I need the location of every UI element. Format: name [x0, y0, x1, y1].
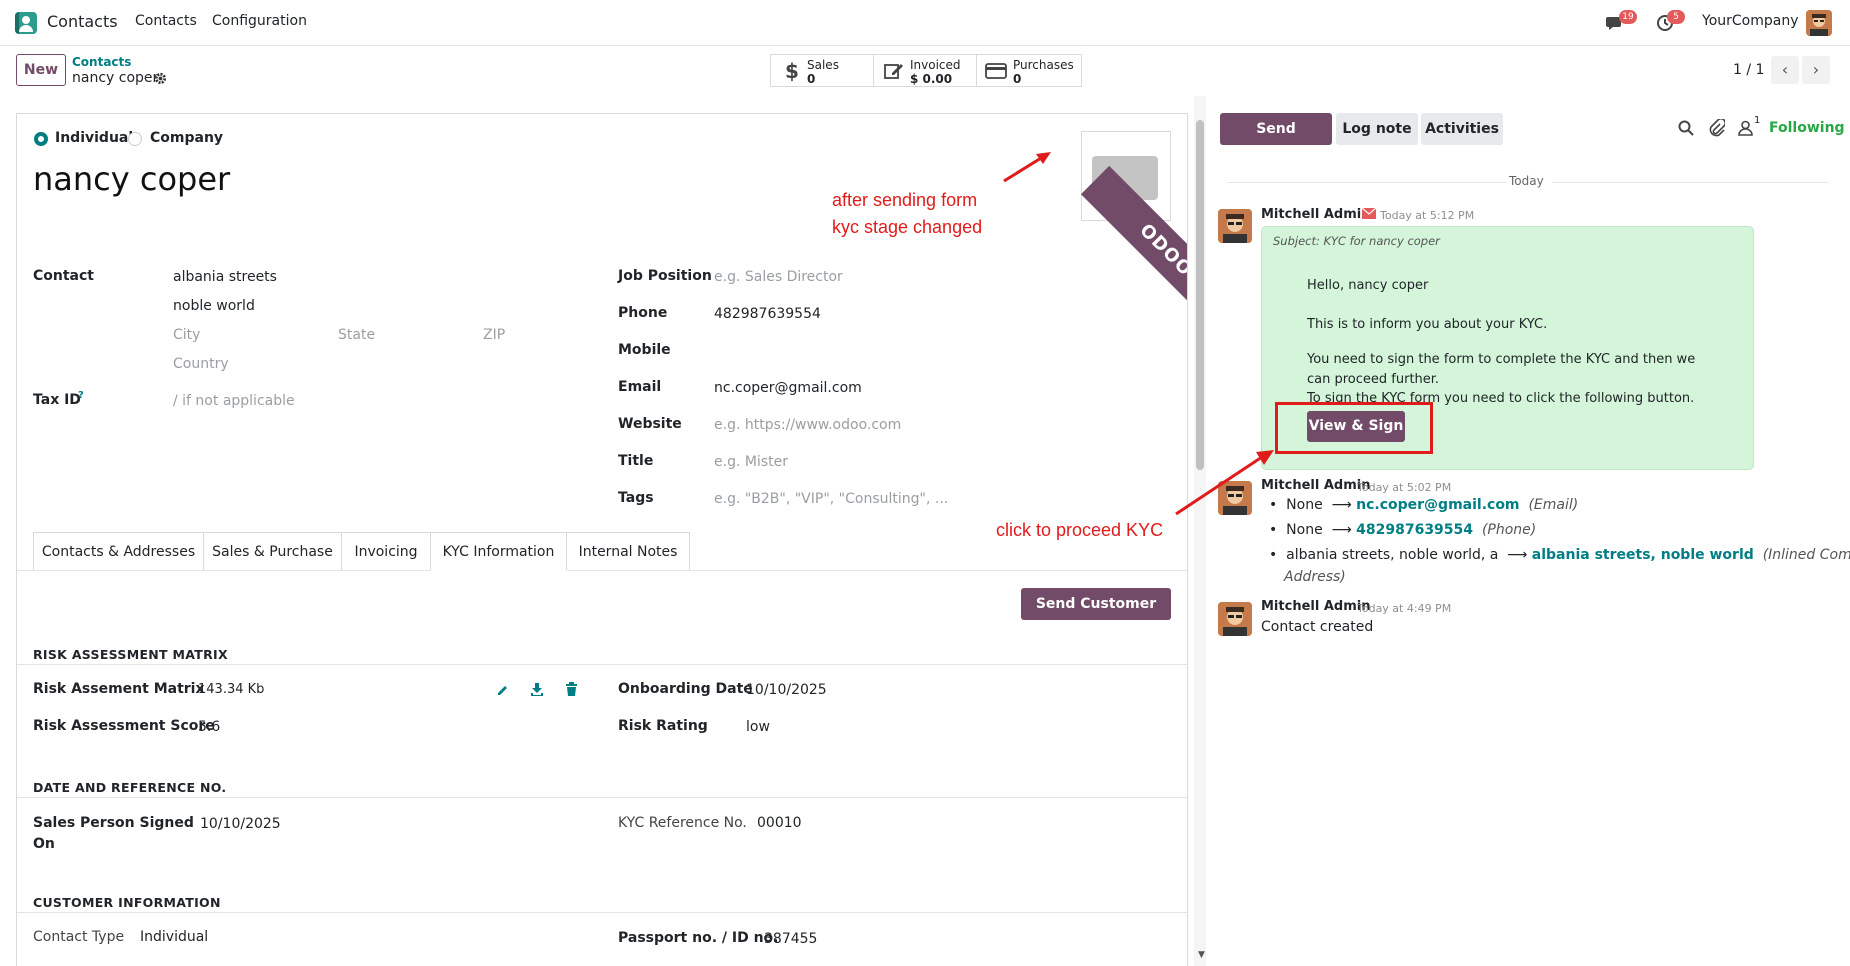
annotation-arrows: [1003, 152, 1274, 516]
